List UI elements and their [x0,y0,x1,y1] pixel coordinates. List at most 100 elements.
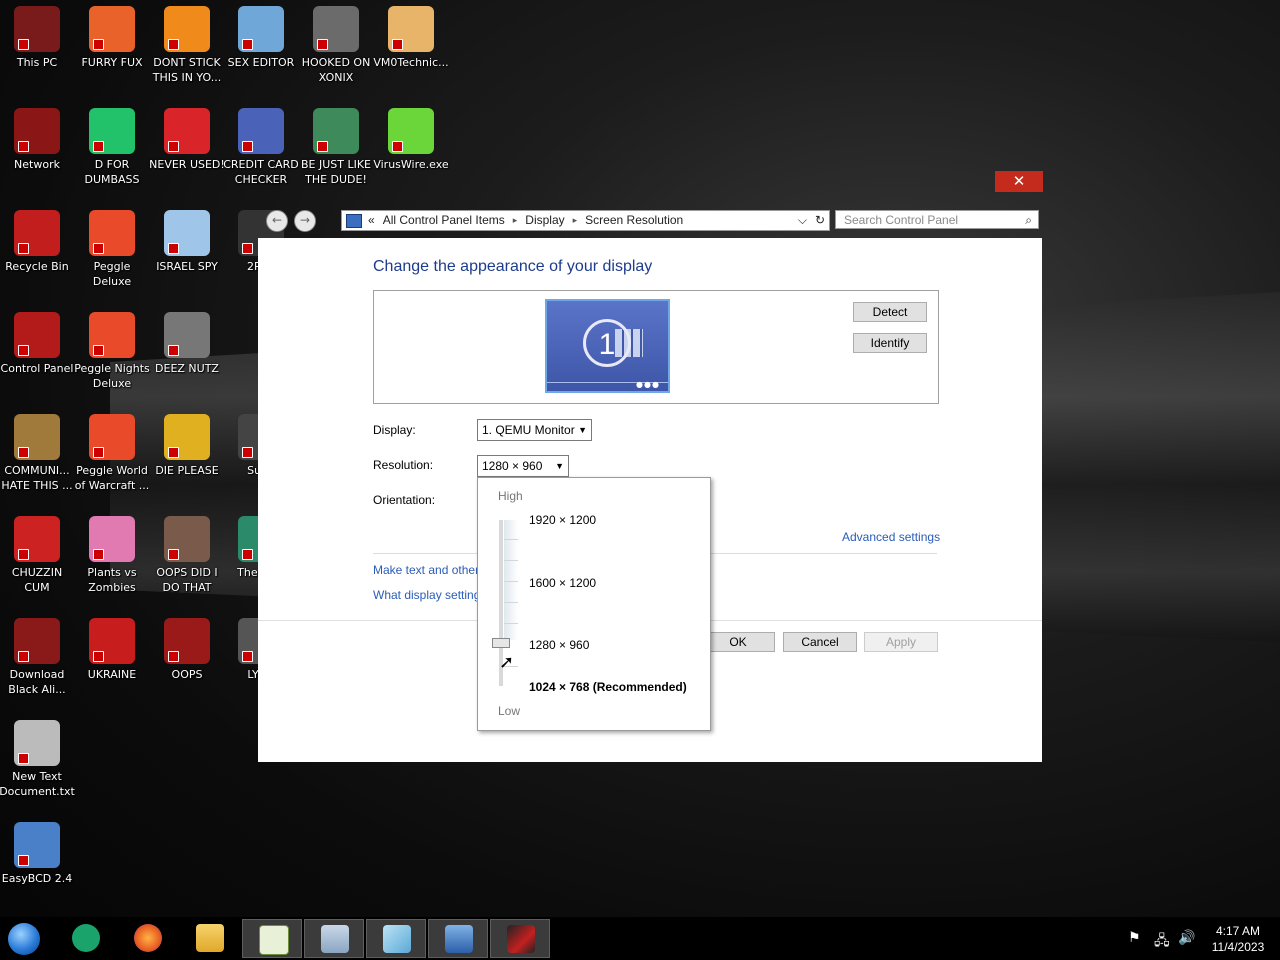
breadcrumb-display[interactable]: Display [525,211,564,230]
address-dropdown-icon[interactable]: ⌵ [798,211,807,230]
breadcrumb-separator-icon: ▸ [512,215,518,225]
desktop-icon[interactable]: EasyBCD 2.4 [0,816,75,886]
firefox-icon [134,924,162,952]
desktop-icon[interactable]: D FOR DUMBASS [74,102,150,187]
desktop-icon[interactable]: COMMUNI... HATE THIS ... [0,408,75,493]
taskbar-display-settings[interactable] [304,919,364,958]
desktop-icon-label: OOPS [171,668,203,681]
desktop-icon[interactable]: HOOKED ON XONIX [298,0,374,85]
app-icon [164,6,210,52]
slider-high-label: High [498,489,523,503]
refresh-icon[interactable]: ↻ [815,211,825,230]
monitor-1-icon[interactable]: 1 ●●● [545,299,670,393]
slider-range [504,520,518,640]
close-button[interactable]: ✕ [995,171,1043,192]
taskbar-notepad[interactable] [366,919,426,958]
taskbar-chat-app[interactable] [56,919,116,958]
taskbar-control-panel[interactable] [490,919,550,958]
desktop-icon-label: Peggle Nights Deluxe [74,362,150,390]
apply-button[interactable]: Apply [864,632,938,652]
chat-app-icon [72,924,100,952]
app-icon [14,414,60,460]
desktop-icon-label: NEVER USED! [149,158,225,171]
text-size-link[interactable]: Make text and other [373,563,479,577]
taskbar-firefox[interactable] [118,919,178,958]
desktop-icon-label: Peggle World of Warcraft ... [74,464,150,492]
desktop-icon[interactable]: DEEZ NUTZ [149,306,225,376]
breadcrumb-all-items[interactable]: All Control Panel Items [383,211,505,230]
desktop-icon[interactable]: Peggle Deluxe [74,204,150,289]
desktop-icon[interactable]: OOPS DID I DO THAT [149,510,225,595]
resolution-option[interactable]: 1920 × 1200 [529,513,596,527]
app-icon [313,108,359,154]
app-icon [14,822,60,868]
advanced-settings-link[interactable]: Advanced settings [842,530,940,544]
desktop-icon[interactable]: CREDIT CARD CHECKER [223,102,299,187]
resolution-label: Resolution: [373,458,434,472]
desktop-icon-label: DONT STICK THIS IN YO... [152,56,222,84]
resolution-slider-popup: High 1920 × 1200 1600 × 1200 1280 × 960 … [477,477,711,731]
desktop-icon[interactable]: Peggle World of Warcraft ... [74,408,150,493]
desktop-icon[interactable]: Recycle Bin [0,204,75,274]
ok-button[interactable]: OK [701,632,775,652]
resolution-select[interactable]: 1280 × 960 ▼ [477,455,569,477]
desktop-icon[interactable]: CHUZZIN CUM [0,510,75,595]
folder-icon [196,924,224,952]
flag-icon[interactable]: ⚑ [1128,930,1141,946]
back-button[interactable]: ← [266,210,288,232]
mouse-cursor-icon: ➚ [499,652,515,673]
address-bar[interactable]: « All Control Panel Items ▸ Display ▸ Sc… [341,210,830,231]
display-select[interactable]: 1. QEMU Monitor ▼ [477,419,592,441]
start-orb-icon [8,923,40,955]
desktop-icon[interactable]: ISRAEL SPY [149,204,225,274]
app-icon [164,108,210,154]
detect-button[interactable]: Detect [853,302,927,322]
app-icon [164,414,210,460]
start-button[interactable] [0,919,60,958]
identify-button[interactable]: Identify [853,333,927,353]
desktop-icon[interactable]: Control Panel [0,306,75,376]
desktop-icon[interactable]: Peggle Nights Deluxe [74,306,150,391]
search-input[interactable]: Search Control Panel ⌕ [835,210,1039,229]
desktop-icon[interactable]: DONT STICK THIS IN YO... [149,0,225,85]
app-icon [89,618,135,664]
breadcrumb-screen-resolution[interactable]: Screen Resolution [585,211,683,230]
taskbar-file-explorer[interactable] [180,919,240,958]
desktop-icon[interactable]: Plants vs Zombies [74,510,150,595]
desktop-icon[interactable]: New Text Document.txt [0,714,75,799]
app-icon [14,210,60,256]
dots-icon: ●●● [636,380,660,389]
desktop-icon[interactable]: OOPS [149,612,225,682]
resolution-option[interactable]: 1600 × 1200 [529,576,596,590]
desktop-icon[interactable]: VM0Technic... [373,0,449,70]
computer-icon [445,925,473,953]
desktop-icon-label: Plants vs Zombies [87,566,137,594]
desktop-icon-label: CHUZZIN CUM [11,566,63,594]
desktop-icon[interactable]: UKRAINE [74,612,150,682]
search-icon[interactable]: ⌕ [1025,211,1032,230]
desktop-icon[interactable]: Network [0,102,75,172]
cancel-button[interactable]: Cancel [783,632,857,652]
resolution-option-recommended[interactable]: 1024 × 768 (Recommended) [529,680,687,694]
slider-thumb[interactable] [492,638,510,648]
network-icon[interactable]: 🖧 [1154,930,1170,954]
desktop-icon[interactable]: FURRY FUX [74,0,150,70]
desktop-icon-label: Recycle Bin [5,260,69,273]
breadcrumb-prefix[interactable]: « [368,211,375,230]
clock[interactable]: 4:17 AM 11/4/2023 [1202,923,1274,955]
desktop-icon[interactable]: VirusWire.exe [373,102,449,172]
desktop-icon[interactable]: SEX EDITOR [223,0,299,70]
desktop-icon[interactable]: Download Black Ali... [0,612,75,697]
taskbar-notepad-plus[interactable] [242,919,302,958]
forward-button[interactable]: → [294,210,316,232]
volume-icon[interactable]: 🔊 [1178,930,1195,946]
desktop-icon[interactable]: BE JUST LIKE THE DUDE! [298,102,374,187]
desktop-icon-label: Peggle Deluxe [92,260,132,288]
desktop-icon[interactable]: NEVER USED! [149,102,225,172]
desktop-icon[interactable]: DIE PLEASE [149,408,225,478]
display-settings-help-link[interactable]: What display setting [373,588,480,602]
taskbar-easybcd[interactable] [428,919,488,958]
resolution-option[interactable]: 1280 × 960 [529,638,589,652]
desktop-icon-label: DEEZ NUTZ [155,362,219,375]
desktop-icon[interactable]: This PC [0,0,75,70]
